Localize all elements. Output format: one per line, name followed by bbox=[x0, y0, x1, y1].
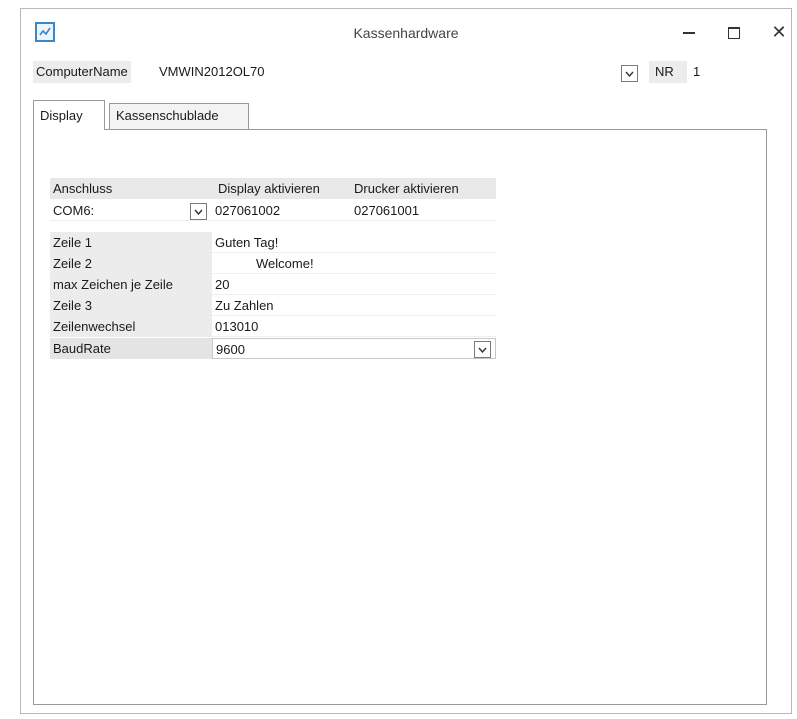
zeile-1-input[interactable]: Guten Tag! bbox=[212, 232, 496, 253]
display-header: Display aktivieren bbox=[212, 178, 351, 199]
kassenhardware-window: Kassenhardware ✕ ComputerName VMWIN2012O… bbox=[20, 8, 792, 714]
maximize-icon bbox=[728, 27, 740, 40]
chevron-down-icon bbox=[194, 209, 203, 215]
baudrate-label: BaudRate bbox=[50, 338, 212, 359]
chevron-down-icon bbox=[478, 347, 487, 353]
max-zeichen-label: max Zeichen je Zeile bbox=[50, 274, 212, 295]
baudrate-select[interactable]: 9600 bbox=[212, 338, 496, 359]
zeile-3-input[interactable]: Zu Zahlen bbox=[212, 295, 496, 316]
printer-activate-input[interactable]: 027061001 bbox=[351, 200, 496, 221]
close-button[interactable]: ✕ bbox=[761, 17, 797, 47]
close-icon: ✕ bbox=[771, 22, 787, 42]
baudrate-dropdown-button[interactable] bbox=[474, 341, 491, 358]
zeile-1-label: Zeile 1 bbox=[50, 232, 212, 253]
nr-value: 1 bbox=[693, 64, 701, 79]
max-zeichen-input[interactable]: 20 bbox=[212, 274, 496, 295]
minimize-button[interactable] bbox=[671, 17, 707, 47]
tab-kassenschublade[interactable]: Kassenschublade bbox=[109, 103, 249, 129]
zeilenwechsel-input[interactable]: 013010 bbox=[212, 316, 496, 337]
port-dropdown-button[interactable] bbox=[190, 203, 207, 220]
computer-name-label: ComputerName bbox=[33, 61, 131, 83]
printer-header: Drucker aktivieren bbox=[351, 178, 496, 199]
minimize-icon bbox=[683, 32, 695, 35]
chevron-down-icon bbox=[625, 71, 634, 77]
zeile-3-label: Zeile 3 bbox=[50, 295, 212, 316]
computer-name-dropdown-button[interactable] bbox=[621, 65, 638, 82]
anschluss-header: Anschluss bbox=[50, 178, 212, 199]
port-select[interactable]: COM6: bbox=[50, 200, 212, 221]
display-panel: Anschluss Display aktivieren Drucker akt… bbox=[33, 129, 767, 705]
computer-name-select[interactable]: VMWIN2012OL70 bbox=[159, 61, 265, 83]
computer-row: ComputerName VMWIN2012OL70 NR 1 bbox=[33, 61, 783, 87]
zeilenwechsel-label: Zeilenwechsel bbox=[50, 316, 212, 337]
zeile-2-input[interactable]: Welcome! bbox=[212, 253, 496, 274]
maximize-button[interactable] bbox=[716, 17, 752, 47]
nr-label: NR bbox=[649, 61, 687, 83]
zeile-2-label: Zeile 2 bbox=[50, 253, 212, 274]
display-activate-input[interactable]: 027061002 bbox=[212, 200, 351, 221]
title-bar: Kassenhardware ✕ bbox=[21, 9, 791, 57]
tab-display[interactable]: Display bbox=[33, 100, 105, 130]
